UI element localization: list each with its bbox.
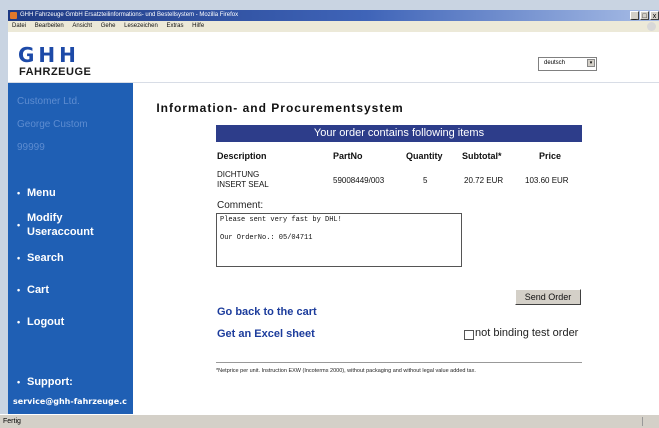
menubar: Datei Bearbeiten Ansicht Gehe Lesezeiche… xyxy=(8,21,659,32)
bullet-icon: • xyxy=(17,285,21,295)
language-select[interactable]: deutsch ▾ xyxy=(538,57,597,71)
ghh-logo-subtitle: FAHRZEUGE xyxy=(19,66,92,78)
column-header-price: Price xyxy=(539,151,562,161)
ghh-logo: GHH xyxy=(18,43,80,67)
sidebar-item-search[interactable]: • Search xyxy=(17,251,64,265)
sidebar: Customer Ltd. George Custom 99999 • Menu … xyxy=(8,83,133,414)
minimize-button[interactable]: _ xyxy=(630,11,639,20)
test-order-checkbox[interactable] xyxy=(464,330,474,340)
footnote: *Netprice per unit. Instruction EXW (Inc… xyxy=(216,368,476,374)
support-email-link[interactable]: service@ghh-fahrzeuge.c xyxy=(13,397,127,406)
bullet-icon: • xyxy=(17,188,21,198)
item-description-1: DICHTUNG xyxy=(217,170,260,179)
sidebar-item-menu[interactable]: • Menu xyxy=(17,186,56,200)
sidebar-item-label: Search xyxy=(27,252,64,264)
bullet-icon: • xyxy=(17,317,21,327)
sidebar-item-label: Cart xyxy=(27,284,50,296)
sidebar-item-modify-useraccount[interactable]: • Modify Useraccount xyxy=(17,211,127,239)
sidebar-item-label: Modify Useraccount xyxy=(27,212,94,238)
window-title: GHH Fahrzeuge GmbH Ersatzteilinformation… xyxy=(20,12,239,18)
menu-datei[interactable]: Datei xyxy=(12,23,26,29)
bullet-icon: • xyxy=(17,220,21,230)
window-controls: _ □ x xyxy=(630,10,659,21)
send-order-button[interactable]: Send Order xyxy=(515,289,581,305)
sidebar-item-label: Logout xyxy=(27,316,65,328)
customer-name: Customer Ltd. xyxy=(17,96,80,107)
comment-textarea[interactable]: Please sent very fast by DHL! Our OrderN… xyxy=(216,213,462,267)
menu-lesezeichen[interactable]: Lesezeichen xyxy=(124,23,158,29)
sidebar-item-logout[interactable]: • Logout xyxy=(17,315,64,329)
language-select-value: deutsch xyxy=(544,60,566,66)
statusbar: Fertig xyxy=(0,414,659,428)
column-header-subtotal: Subtotal* xyxy=(462,151,502,161)
customer-number: 99999 xyxy=(17,142,45,153)
maximize-button[interactable]: □ xyxy=(640,11,649,20)
divider xyxy=(216,362,582,363)
close-button[interactable]: x xyxy=(650,11,659,20)
support-heading: • Support: xyxy=(17,375,73,389)
support-label: Support: xyxy=(27,376,73,388)
column-header-quantity: Quantity xyxy=(406,151,443,161)
window-titlebar: GHH Fahrzeuge GmbH Ersatzteilinformation… xyxy=(8,10,659,21)
menu-hilfe[interactable]: Hilfe xyxy=(192,23,204,29)
chevron-down-icon[interactable]: ▾ xyxy=(587,59,595,67)
excel-sheet-link[interactable]: Get an Excel sheet xyxy=(217,328,315,340)
status-text: Fertig xyxy=(3,418,21,425)
column-header-description: Description xyxy=(217,151,267,161)
item-price: 103.60 EUR xyxy=(525,176,569,185)
resize-grip-icon[interactable] xyxy=(642,417,653,426)
firefox-icon xyxy=(10,12,17,19)
item-subtotal: 20.72 EUR xyxy=(464,176,504,185)
column-header-partno: PartNo xyxy=(333,151,363,161)
menu-extras[interactable]: Extras xyxy=(166,23,183,29)
sidebar-item-label: Menu xyxy=(27,187,56,199)
item-description-2: INSERT SEAL xyxy=(217,180,269,189)
menu-ansicht[interactable]: Ansicht xyxy=(72,23,92,29)
sidebar-item-cart[interactable]: • Cart xyxy=(17,283,49,297)
menu-bearbeiten[interactable]: Bearbeiten xyxy=(35,23,64,29)
throbber-icon xyxy=(647,22,656,31)
order-banner: Your order contains following items xyxy=(216,125,582,142)
test-order-label: not binding test order xyxy=(475,327,579,339)
bullet-icon: • xyxy=(17,377,21,387)
back-to-cart-link[interactable]: Go back to the cart xyxy=(217,306,317,318)
page-header: GHH FAHRZEUGE deutsch ▾ xyxy=(8,32,659,83)
menu-gehe[interactable]: Gehe xyxy=(101,23,116,29)
item-partno: 59008449/003 xyxy=(333,176,385,185)
user-name: George Custom xyxy=(17,119,88,130)
page-title: Information- and Procurementsystem xyxy=(156,101,404,115)
bullet-icon: • xyxy=(17,253,21,263)
comment-label: Comment: xyxy=(217,200,264,211)
item-quantity: 5 xyxy=(423,176,428,185)
